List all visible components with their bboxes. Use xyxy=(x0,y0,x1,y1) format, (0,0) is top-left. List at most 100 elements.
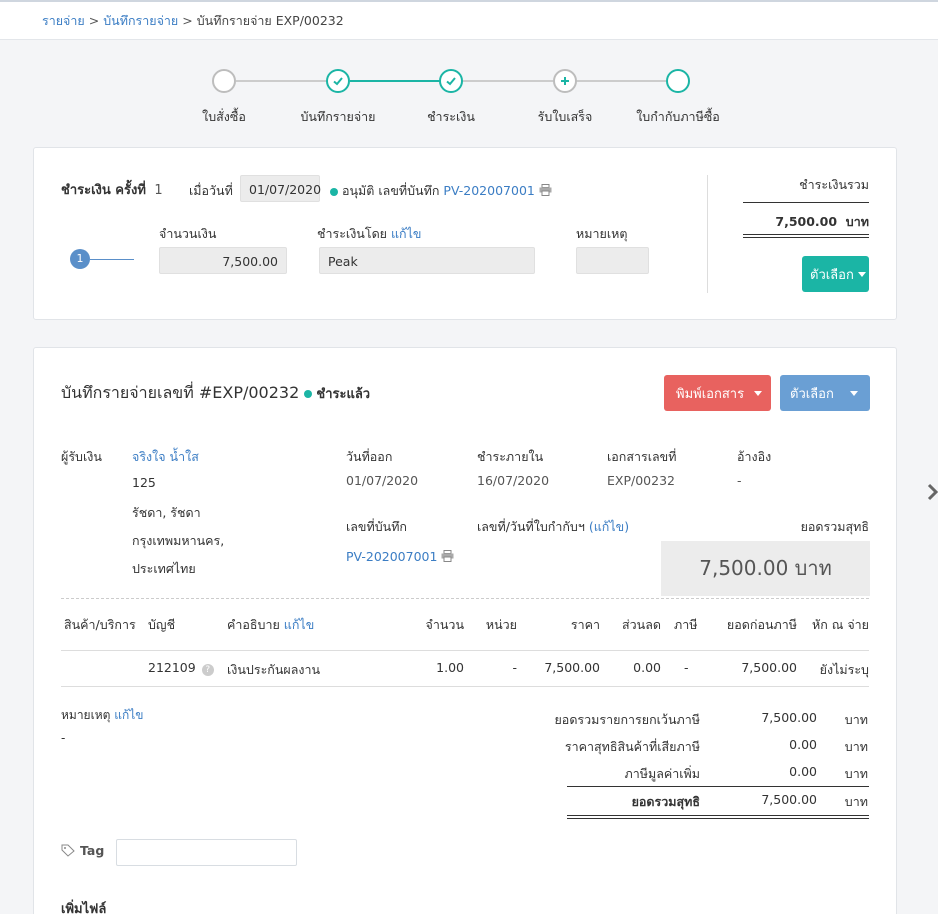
summary-taxable-label: ราคาสุทธิสินค้าที่เสียภาษี xyxy=(564,739,700,754)
breadcrumb-expenses[interactable]: รายจ่าย xyxy=(42,13,85,28)
print-icon[interactable] xyxy=(441,550,454,562)
payment-status: อนุมัติ เลขที่บันทึก PV-202007001 xyxy=(330,181,552,201)
tag-icon xyxy=(61,844,75,857)
payment-date-field[interactable]: 01/07/2020 xyxy=(240,175,321,202)
row-pre-tax: 7,500.00 xyxy=(741,660,797,675)
row-tax: - xyxy=(684,660,689,675)
table-divider xyxy=(61,686,869,687)
payment-row-index: 1 xyxy=(70,249,90,269)
reference-label: อ้างอิง xyxy=(737,449,772,464)
payment-title: ชำระเงิน ครั้งที่ 1 xyxy=(61,183,163,198)
step-label: ชำระเงิน xyxy=(427,109,475,124)
row-account: 212109 ? xyxy=(148,660,214,676)
expense-options-button[interactable]: ตัวเลือก xyxy=(780,375,870,411)
summary-vat-label: ภาษีมูลค่าเพิ่ม xyxy=(624,766,700,781)
workflow-stepper: ใบสั่งซื้อ บันทึกรายจ่าย ชำระเงิน รับใบเ… xyxy=(0,60,938,140)
doc-no-value: EXP/00232 xyxy=(607,473,675,488)
tax-invoice-edit-link[interactable]: (แก้ไข) xyxy=(589,519,629,534)
status-dot-icon xyxy=(330,187,338,196)
help-icon[interactable]: ? xyxy=(201,664,214,676)
net-total-label: ยอดรวมสุทธิ xyxy=(800,519,869,534)
col-product: สินค้า/บริการ xyxy=(64,617,136,632)
rule xyxy=(743,202,869,203)
col-pre-tax: ยอดก่อนภาษี xyxy=(726,617,797,632)
divider xyxy=(707,175,708,293)
expense-note-value: - xyxy=(61,731,66,745)
summary-net-label: ยอดรวมสุทธิ xyxy=(631,794,700,809)
record-no-link[interactable]: PV-202007001 xyxy=(346,549,437,564)
breadcrumb-sep: > xyxy=(182,13,193,28)
row-qty: 1.00 xyxy=(436,660,464,675)
step-expense-check-icon[interactable] xyxy=(326,69,350,93)
due-label: ชำระภายใน xyxy=(477,449,544,464)
tag-input[interactable] xyxy=(116,839,297,866)
tag-label: Tag xyxy=(61,843,104,858)
row-discount: 0.00 xyxy=(633,660,661,675)
summary-unit: บาท xyxy=(844,794,868,809)
step-connector xyxy=(576,80,666,82)
note-label: หมายเหตุ xyxy=(576,226,628,241)
double-rule xyxy=(743,234,869,238)
payee-name-link[interactable]: จริงใจ น้ำใส xyxy=(132,447,199,467)
col-unit: หน่วย xyxy=(485,617,517,632)
record-no-label: เลขที่บันทึก xyxy=(346,519,408,534)
step-label: บันทึกรายจ่าย xyxy=(300,109,376,124)
summary-taxable-value: 0.00 xyxy=(789,737,817,752)
chevron-down-icon[interactable] xyxy=(850,390,858,396)
paid-by-edit-link[interactable]: แก้ไข xyxy=(391,226,421,241)
step-purchase-order-icon[interactable] xyxy=(212,69,236,93)
add-file-heading[interactable]: เพิ่มไฟล์ xyxy=(61,898,106,914)
chevron-down-icon xyxy=(857,271,866,277)
rule xyxy=(567,786,869,787)
print-icon[interactable] xyxy=(539,184,552,196)
step-payment-check-icon[interactable] xyxy=(439,69,463,93)
dashed-divider xyxy=(61,598,869,599)
chevron-right-icon[interactable] xyxy=(926,482,938,502)
doc-no-label: เอกสารเลขที่ xyxy=(607,449,677,464)
payee-address-line: 125 xyxy=(132,475,156,490)
payee-label: ผู้รับเงิน xyxy=(61,449,102,464)
payee-address-line: ประเทศไทย xyxy=(132,561,196,576)
payment-date-label: เมื่อวันที่ xyxy=(189,183,233,198)
breadcrumb-expense-records[interactable]: บันทึกรายจ่าย xyxy=(103,13,178,28)
summary-net-value: 7,500.00 xyxy=(761,792,817,807)
note-edit-link[interactable]: แก้ไข xyxy=(114,708,143,722)
summary-vat-value: 0.00 xyxy=(789,764,817,779)
col-withholding: หัก ณ จ่าย xyxy=(811,617,869,632)
payee-address-line: กรุงเทพมหานคร, xyxy=(132,533,225,548)
summary-exempt-label: ยอดรวมรายการยกเว้นภาษี xyxy=(554,712,700,727)
step-label: ใบกำกับภาษีซื้อ xyxy=(636,109,720,124)
due-date-value: 16/07/2020 xyxy=(477,473,550,488)
note-field[interactable] xyxy=(576,247,649,274)
print-document-button[interactable]: พิมพ์เอกสาร xyxy=(664,375,771,411)
col-description: คำอธิบาย แก้ไข xyxy=(227,617,315,632)
step-connector xyxy=(462,80,554,82)
table-divider xyxy=(61,650,869,651)
step-tax-invoice-icon[interactable] xyxy=(666,69,690,93)
paid-by-label: ชำระเงินโดย แก้ไข xyxy=(317,226,422,241)
row-withholding: ยังไม่ระบุ xyxy=(819,662,869,677)
payment-record-link[interactable]: PV-202007001 xyxy=(443,183,534,198)
step-connector xyxy=(350,80,440,82)
breadcrumb-current: บันทึกรายจ่าย EXP/00232 xyxy=(196,13,344,28)
issue-date-value: 01/07/2020 xyxy=(346,473,419,488)
step-label: ใบสั่งซื้อ xyxy=(202,109,246,124)
issue-date-label: วันที่ออก xyxy=(346,449,393,464)
paid-by-field[interactable]: Peak xyxy=(319,247,535,274)
col-tax: ภาษี xyxy=(674,617,698,632)
payee-address-line: รัชดา, รัชดา xyxy=(132,505,201,520)
tax-invoice-label: เลขที่/วันที่ใบกำกับฯ (แก้ไข) xyxy=(477,519,630,534)
payment-options-button[interactable]: ตัวเลือก xyxy=(802,256,869,292)
amount-field[interactable]: 7,500.00 xyxy=(159,247,287,274)
step-receipt-plus-icon[interactable] xyxy=(553,69,577,93)
double-rule xyxy=(567,815,869,819)
row-description: เงินประกันผลงาน xyxy=(227,662,321,677)
description-edit-link[interactable]: แก้ไข xyxy=(284,617,314,632)
total-paid-value: 7,500.00 บาท xyxy=(775,214,869,229)
status-dot-icon xyxy=(304,389,313,398)
expense-card: บันทึกรายจ่ายเลขที่ #EXP/00232 ชำระแล้ว … xyxy=(33,347,897,914)
breadcrumb-sep: > xyxy=(88,13,100,28)
record-no-value: PV-202007001 xyxy=(346,549,454,564)
chevron-down-icon[interactable] xyxy=(754,390,762,396)
step-label: รับใบเสร็จ xyxy=(537,109,593,124)
